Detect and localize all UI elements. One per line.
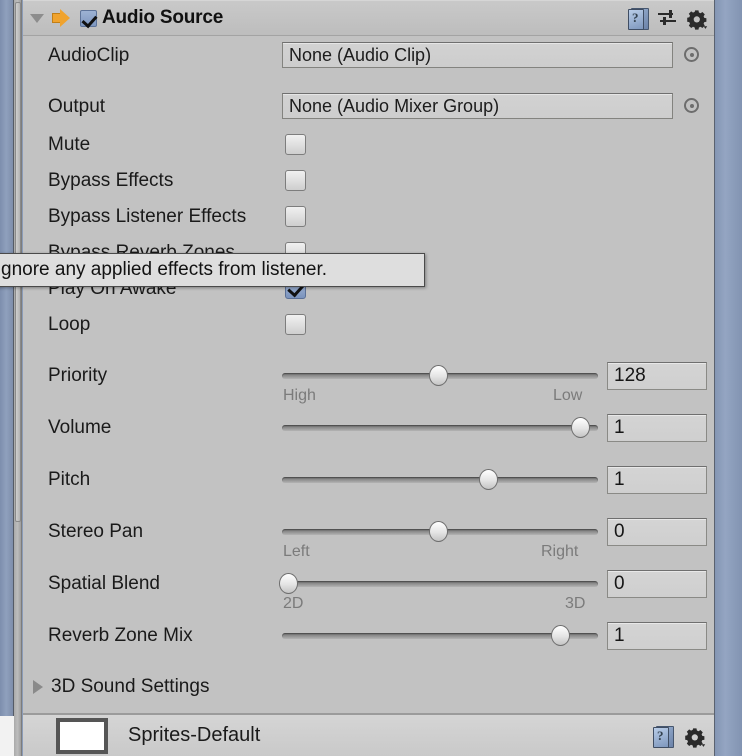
spatial-blend-min-label: 2D <box>283 595 304 612</box>
priority-label: Priority <box>48 365 108 386</box>
volume-label: Volume <box>48 417 112 438</box>
unity-inspector-window: Audio Source ? AudioClip None (Audio Cli… <box>0 0 742 756</box>
volume-slider-track[interactable] <box>282 425 598 431</box>
tooltip: gnore any applied effects from listener. <box>0 253 425 287</box>
slider-row-priority: Priority High Low 128 <box>23 362 714 408</box>
material-icon-group: ? <box>653 725 706 749</box>
slider-row-stereo-pan: Stereo Pan Left Right 0 <box>23 518 714 564</box>
slider-row-pitch: Pitch 1 <box>23 466 714 500</box>
help-icon[interactable]: ? <box>628 7 650 31</box>
window-left-edge <box>0 0 14 756</box>
preset-icon[interactable] <box>658 9 678 29</box>
reverb-zone-mix-value-field[interactable]: 1 <box>607 622 707 650</box>
priority-value-field[interactable]: 128 <box>607 362 707 390</box>
help-icon[interactable]: ? <box>653 725 675 749</box>
material-name: Sprites-Default <box>128 724 261 746</box>
audio-source-component-header[interactable]: Audio Source ? <box>23 0 714 36</box>
reverb-zone-mix-slider-knob[interactable] <box>551 625 570 646</box>
gear-icon[interactable] <box>686 8 708 30</box>
bypass-effects-checkbox[interactable] <box>285 170 306 191</box>
output-object-field[interactable]: None (Audio Mixer Group) <box>282 93 673 119</box>
mute-checkbox[interactable] <box>285 134 306 155</box>
material-header-row[interactable]: Sprites-Default ? <box>23 715 714 756</box>
priority-min-label: High <box>283 387 316 404</box>
audio-clip-object-field[interactable]: None (Audio Clip) <box>282 42 673 68</box>
mute-label: Mute <box>48 134 91 155</box>
slider-row-reverb-zone-mix: Reverb Zone Mix 1 <box>23 622 714 656</box>
material-preview-thumbnail[interactable] <box>56 717 108 754</box>
priority-slider-knob[interactable] <box>429 365 448 386</box>
foldout-arrow-down-icon[interactable] <box>30 13 44 23</box>
window-bottom-left-corner <box>0 716 14 756</box>
volume-slider-knob[interactable] <box>571 417 590 438</box>
foldout-arrow-right-icon[interactable] <box>33 680 43 694</box>
header-icon-group: ? <box>628 1 708 37</box>
spatial-blend-slider-track[interactable] <box>282 581 598 587</box>
window-right-edge <box>714 0 742 756</box>
stereo-pan-min-label: Left <box>283 543 310 560</box>
pitch-label: Pitch <box>48 469 91 490</box>
priority-max-label: Low <box>553 387 583 404</box>
3d-sound-settings-label: 3D Sound Settings <box>51 676 210 697</box>
bypass-listener-effects-label: Bypass Listener Effects <box>48 206 247 227</box>
audio-speaker-icon <box>50 9 72 27</box>
spatial-blend-max-label: 3D <box>565 595 586 612</box>
audio-clip-row: AudioClip None (Audio Clip) <box>23 42 714 70</box>
spatial-blend-slider-knob[interactable] <box>279 573 298 594</box>
pitch-slider-track[interactable] <box>282 477 598 483</box>
toggle-row-loop: Loop <box>23 311 714 339</box>
spatial-blend-value-field[interactable]: 0 <box>607 570 707 598</box>
toggle-row-mute: Mute <box>23 131 714 159</box>
stereo-pan-value-field[interactable]: 0 <box>607 518 707 546</box>
slider-row-spatial-blend: Spatial Blend 2D 3D 0 <box>23 570 714 616</box>
toggle-row-bypass-listener-effects: Bypass Listener Effects <box>23 203 714 231</box>
output-object-picker-icon[interactable] <box>684 98 699 113</box>
spatial-blend-label: Spatial Blend <box>48 573 160 594</box>
bypass-effects-label: Bypass Effects <box>48 170 174 191</box>
output-label: Output <box>48 96 106 117</box>
bypass-listener-effects-checkbox[interactable] <box>285 206 306 227</box>
toggle-row-bypass-effects: Bypass Effects <box>23 167 714 195</box>
stereo-pan-max-label: Right <box>541 543 579 560</box>
slider-row-volume: Volume 1 <box>23 414 714 448</box>
loop-checkbox[interactable] <box>285 314 306 335</box>
gear-icon[interactable] <box>684 726 706 748</box>
stereo-pan-slider-knob[interactable] <box>429 521 448 542</box>
audio-clip-object-picker-icon[interactable] <box>684 47 699 62</box>
pitch-slider-knob[interactable] <box>479 469 498 490</box>
volume-value-field[interactable]: 1 <box>607 414 707 442</box>
3d-sound-settings-foldout[interactable]: 3D Sound Settings <box>23 665 714 709</box>
pitch-value-field[interactable]: 1 <box>607 466 707 494</box>
component-enabled-checkbox[interactable] <box>80 9 97 27</box>
output-row: Output None (Audio Mixer Group) <box>23 93 714 121</box>
inspector-body: Audio Source ? AudioClip None (Audio Cli… <box>23 0 714 756</box>
reverb-zone-mix-label: Reverb Zone Mix <box>48 625 193 646</box>
component-title: Audio Source <box>102 7 224 28</box>
loop-label: Loop <box>48 314 91 335</box>
audio-clip-label: AudioClip <box>48 45 130 66</box>
stereo-pan-label: Stereo Pan <box>48 521 144 542</box>
